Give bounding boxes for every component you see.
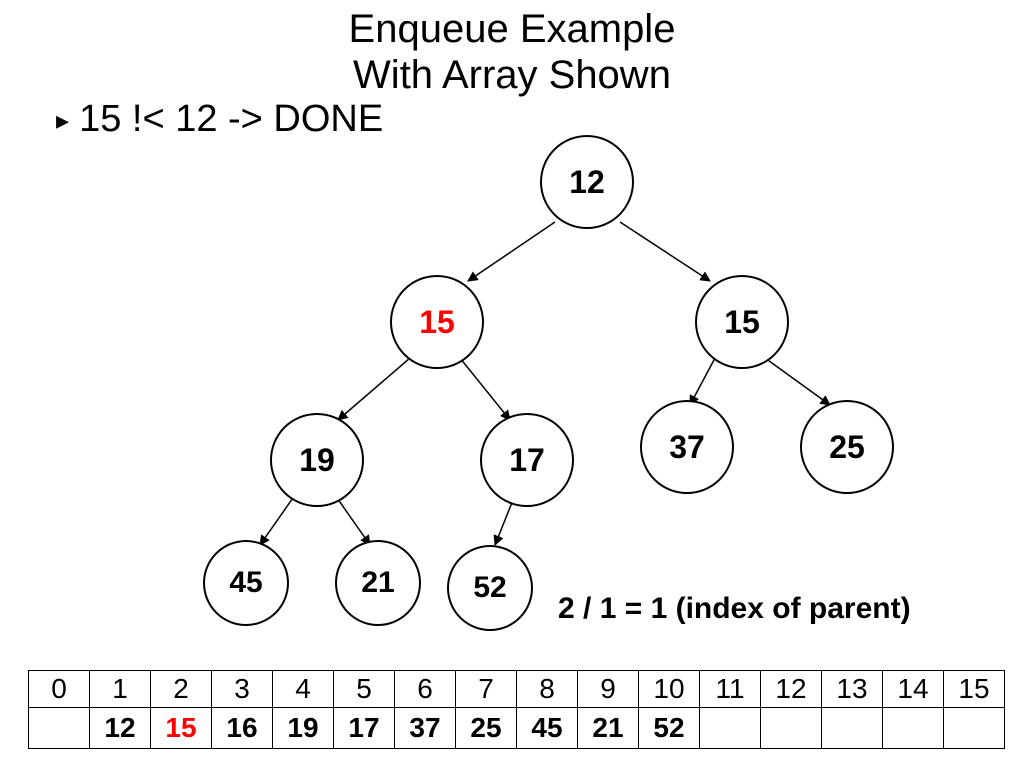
caption-text: 2 / 1 = 1 (index of parent) xyxy=(558,592,911,626)
array-value-cell: 17 xyxy=(334,708,395,749)
array-value-cell: 21 xyxy=(578,708,639,749)
array-table: 0123456789101112131415 12151619173725452… xyxy=(28,670,1005,749)
array-value-cell: 15 xyxy=(151,708,212,749)
array-value-cell xyxy=(700,708,761,749)
array-index-cell: 11 xyxy=(700,671,761,708)
array-index-cell: 1 xyxy=(90,671,151,708)
array-value-cell xyxy=(822,708,883,749)
array-value-cell: 12 xyxy=(90,708,151,749)
array-index-row: 0123456789101112131415 xyxy=(29,671,1005,708)
tree-node-lvl2-left: 15 xyxy=(390,275,484,369)
tree-node-lvl2-right: 15 xyxy=(695,275,789,369)
node-label: 52 xyxy=(473,571,506,605)
array-index-cell: 10 xyxy=(639,671,700,708)
node-label: 45 xyxy=(229,566,262,600)
array-index-cell: 5 xyxy=(334,671,395,708)
array-value-cell: 37 xyxy=(395,708,456,749)
bullet-text: 15 !< 12 -> DONE xyxy=(79,98,383,141)
array-value-cell xyxy=(29,708,90,749)
array-index-cell: 15 xyxy=(944,671,1005,708)
bullet-line: ▸ 15 !< 12 -> DONE xyxy=(56,98,383,141)
slide-title: Enqueue Example With Array Shown xyxy=(0,6,1024,98)
slide-stage: Enqueue Example With Array Shown ▸ 15 !<… xyxy=(0,0,1024,768)
array-index-cell: 0 xyxy=(29,671,90,708)
tree-node-lvl4-c: 52 xyxy=(447,545,533,631)
array-index-cell: 14 xyxy=(883,671,944,708)
node-label: 37 xyxy=(669,429,705,466)
array-index-cell: 9 xyxy=(578,671,639,708)
array-index-cell: 6 xyxy=(395,671,456,708)
array-index-cell: 2 xyxy=(151,671,212,708)
title-line-1: Enqueue Example xyxy=(349,7,676,51)
array-value-cell: 45 xyxy=(517,708,578,749)
tree-node-lvl4-a: 45 xyxy=(203,540,289,626)
tree-node-lvl3-c: 37 xyxy=(640,400,734,494)
array-index-cell: 8 xyxy=(517,671,578,708)
tree-node-lvl3-a: 19 xyxy=(270,413,364,507)
node-label: 17 xyxy=(509,442,545,479)
node-label: 12 xyxy=(569,164,605,201)
node-label: 25 xyxy=(829,429,865,466)
array-value-row: 12151619173725452152 xyxy=(29,708,1005,749)
array-value-cell xyxy=(761,708,822,749)
node-label: 19 xyxy=(299,442,335,479)
array-index-cell: 13 xyxy=(822,671,883,708)
array-index-cell: 12 xyxy=(761,671,822,708)
tree-node-lvl3-d: 25 xyxy=(800,400,894,494)
array-value-cell: 16 xyxy=(212,708,273,749)
array-value-cell: 19 xyxy=(273,708,334,749)
array-value-cell xyxy=(944,708,1005,749)
bullet-icon: ▸ xyxy=(56,107,69,133)
array-value-cell xyxy=(883,708,944,749)
tree-node-lvl4-b: 21 xyxy=(335,540,421,626)
node-label: 21 xyxy=(361,566,394,600)
tree-node-lvl3-b: 17 xyxy=(480,413,574,507)
array-index-cell: 3 xyxy=(212,671,273,708)
title-line-2: With Array Shown xyxy=(353,53,671,97)
tree-node-root: 12 xyxy=(540,135,634,229)
array-index-cell: 4 xyxy=(273,671,334,708)
array-value-cell: 52 xyxy=(639,708,700,749)
node-label: 15 xyxy=(724,304,760,341)
array-index-cell: 7 xyxy=(456,671,517,708)
array-value-cell: 25 xyxy=(456,708,517,749)
node-label: 15 xyxy=(419,304,455,341)
